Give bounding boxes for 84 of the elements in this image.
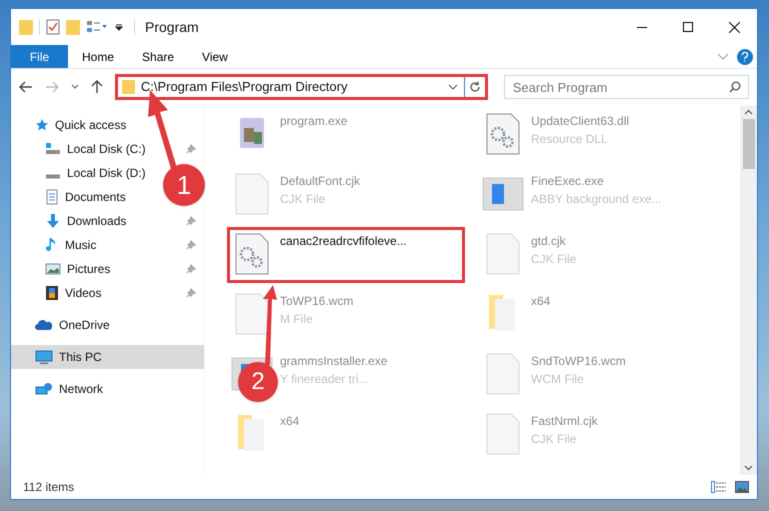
sidebar-item[interactable]: Downloads <box>11 209 130 233</box>
up-arrow-icon[interactable] <box>90 80 103 94</box>
pin-icon[interactable] <box>186 216 196 226</box>
gear-file-icon <box>235 233 269 275</box>
file-name: DefaultFont.cjk <box>280 173 360 190</box>
address-path: C:\Program Files\Program Directory <box>140 78 348 96</box>
chevron-up-icon[interactable] <box>744 109 753 115</box>
gear-file-icon <box>486 113 520 155</box>
file-type: Resource DLL <box>531 131 609 148</box>
file-type: CJK File <box>531 251 576 268</box>
document-icon <box>45 189 59 205</box>
scrollbar-thumb[interactable] <box>742 119 754 169</box>
blank-file-icon <box>486 353 520 395</box>
file-type: WCM File <box>531 371 585 388</box>
file-name: FineExec.exe <box>531 173 605 190</box>
file-name: gtd.cjk <box>531 233 567 250</box>
ribbon-tab[interactable]: Share <box>128 45 188 68</box>
file-type: M File <box>280 311 314 328</box>
search-icon[interactable] <box>728 81 741 93</box>
sidebar-item[interactable]: Videos <box>11 281 106 305</box>
search-field[interactable]: Search Program <box>504 75 749 99</box>
file-type: Y finereader tri... <box>280 371 370 388</box>
file-name: x64 <box>531 293 550 310</box>
refresh-icon[interactable] <box>468 81 481 93</box>
close-icon <box>728 22 740 32</box>
dropdown-icon[interactable] <box>114 22 124 32</box>
file-name: ToWP16.wcm <box>280 293 354 310</box>
file-name: canac2readrcvfifoleve... <box>280 233 407 250</box>
file-name: UpdateClient63.dll <box>531 113 630 130</box>
sidebar-item[interactable]: Local Disk (C:) <box>11 137 150 161</box>
address-bar[interactable]: C:\Program Files\Program Directory <box>114 74 488 100</box>
blank-file-icon <box>486 233 520 275</box>
drive-icon <box>45 174 61 178</box>
monitor-icon <box>35 350 53 364</box>
file-type: ABBY background exe... <box>531 191 662 208</box>
properties-icon[interactable] <box>86 20 108 34</box>
pin-icon[interactable] <box>186 288 196 298</box>
thumbnail-view-icon[interactable] <box>735 481 749 493</box>
details-view-icon[interactable] <box>711 481 727 493</box>
file-name: x64 <box>280 413 300 430</box>
drive-icon <box>45 143 61 155</box>
sidebar-item[interactable]: Quick access <box>11 113 204 137</box>
sidebar-item[interactable]: Network <box>11 377 204 401</box>
ribbon-tab[interactable]: View <box>188 45 242 68</box>
blank-file-icon <box>235 173 269 215</box>
network-icon <box>35 382 53 396</box>
chevron-down-icon[interactable] <box>744 465 753 471</box>
file-type: CJK File <box>531 431 578 448</box>
sidebar-item[interactable]: Documents <box>11 185 130 209</box>
file-type: CJK File <box>280 191 326 208</box>
file-name: grammsInstaller.exe <box>280 353 388 370</box>
window-title: Program <box>145 18 199 37</box>
film-icon <box>45 285 59 301</box>
chevron-down-icon[interactable] <box>70 84 79 90</box>
back-arrow-icon[interactable] <box>19 81 33 93</box>
minimize-icon <box>637 26 647 28</box>
pin-icon[interactable] <box>186 240 196 250</box>
file-name: FastNrml.cjk <box>531 413 598 430</box>
star-icon <box>35 118 49 132</box>
picture-icon <box>45 262 61 276</box>
ribbon-tab[interactable]: Home <box>68 45 128 68</box>
sidebar-item[interactable]: Pictures <box>11 257 114 281</box>
item-count: 112 items <box>23 479 74 496</box>
cloud-icon <box>35 319 53 331</box>
maximize-icon <box>683 22 693 32</box>
folder-icon <box>122 80 135 94</box>
checkmark-icon[interactable] <box>46 19 60 35</box>
file-name: program.exe <box>280 113 348 130</box>
sidebar-item[interactable]: OneDrive <box>11 313 204 337</box>
pin-icon[interactable] <box>186 264 196 274</box>
sidebar-item[interactable]: Music <box>11 233 100 257</box>
help-icon[interactable] <box>737 48 753 64</box>
window-icon <box>482 177 524 211</box>
blank-file-icon <box>486 413 520 455</box>
chevron-down-icon[interactable] <box>448 84 458 90</box>
sidebar-item[interactable]: Local Disk (D:) <box>11 161 150 185</box>
ribbon-tab[interactable]: File <box>11 45 68 68</box>
blank-file-icon <box>235 293 269 335</box>
sidebar-item[interactable]: This PC <box>11 345 204 369</box>
pin-icon[interactable] <box>186 144 196 154</box>
scrollbar[interactable] <box>740 105 757 475</box>
selection-frame[interactable]: canac2readrcvfifoleve... <box>227 227 465 283</box>
download-icon <box>45 213 61 229</box>
file-name: SndToWP16.wcm <box>531 353 626 370</box>
